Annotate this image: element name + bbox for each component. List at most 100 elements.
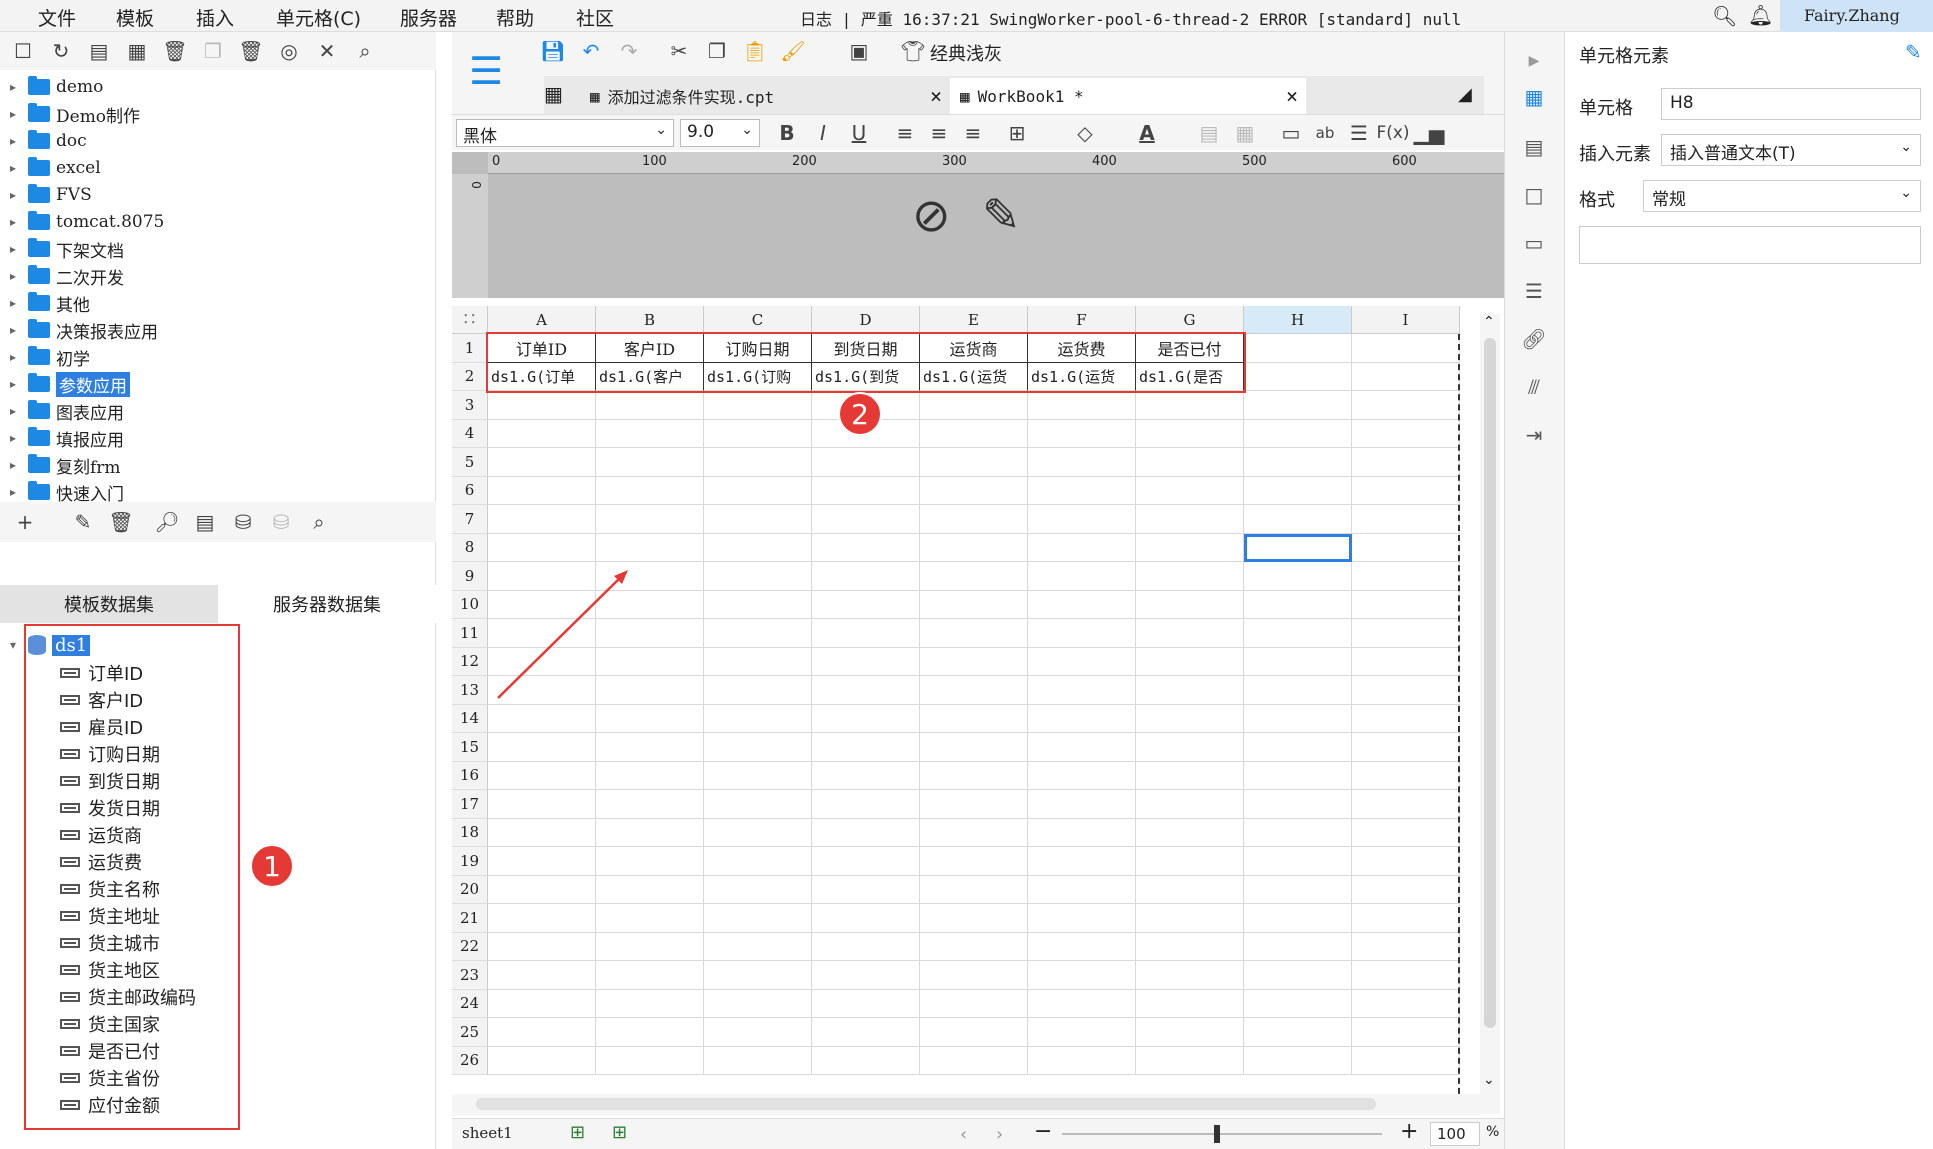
database-icon[interactable]: ⛁ xyxy=(230,509,256,535)
grid-cell[interactable] xyxy=(1244,647,1352,676)
grid-cell[interactable] xyxy=(812,847,920,876)
grid-cell[interactable] xyxy=(596,676,704,705)
grid-cell[interactable] xyxy=(488,590,596,619)
grid-cell[interactable] xyxy=(1352,476,1460,505)
menu-community[interactable]: 社区 xyxy=(576,4,614,31)
tree-folder[interactable]: ▸ 复刻frm xyxy=(10,452,121,478)
grid-cell[interactable] xyxy=(1028,676,1136,705)
grid-cell[interactable] xyxy=(1352,932,1460,961)
grid-cell[interactable] xyxy=(596,875,704,904)
grid-cell[interactable] xyxy=(1136,761,1244,790)
grid-cell[interactable] xyxy=(812,676,920,705)
preview-icon[interactable]: 🔎︎ xyxy=(154,509,180,535)
grid-cell[interactable] xyxy=(596,1018,704,1047)
grid-cell[interactable] xyxy=(1028,704,1136,733)
grid-cell[interactable] xyxy=(488,1018,596,1047)
grid-cell[interactable] xyxy=(1244,362,1352,391)
grid-cell[interactable] xyxy=(488,676,596,705)
chevron-right-icon[interactable]: ▸ xyxy=(10,242,28,256)
grid-cell[interactable] xyxy=(704,704,812,733)
grid-cell[interactable] xyxy=(920,419,1028,448)
grid-cell[interactable] xyxy=(704,676,812,705)
add-form-sheet-icon[interactable]: ⊞ xyxy=(612,1122,627,1143)
column-header[interactable]: E xyxy=(920,306,1028,334)
grid-cell[interactable] xyxy=(1028,818,1136,847)
grid-cell[interactable] xyxy=(920,761,1028,790)
grid-cell[interactable] xyxy=(920,391,1028,420)
grid-cell[interactable] xyxy=(1352,1018,1460,1047)
grid-cell[interactable] xyxy=(920,790,1028,819)
grid-cell[interactable] xyxy=(1028,619,1136,648)
grid-cell[interactable] xyxy=(812,562,920,591)
row-header[interactable]: 2 xyxy=(452,362,488,391)
chevron-right-icon[interactable]: ▸ xyxy=(10,188,28,202)
sheet-tab[interactable]: sheet1 xyxy=(462,1124,513,1142)
grid-cell[interactable] xyxy=(1136,961,1244,990)
row-header[interactable]: 23 xyxy=(452,961,488,990)
font-family-select[interactable]: 黑体 ⌄ xyxy=(456,119,674,147)
grid-cell[interactable] xyxy=(596,562,704,591)
menu-cell[interactable]: 单元格(C) xyxy=(276,4,361,31)
grid-cell[interactable] xyxy=(1352,790,1460,819)
chevron-right-icon[interactable]: ▸ xyxy=(10,431,28,445)
delete-icon[interactable]: 🗑︎ xyxy=(162,38,188,64)
tree-folder[interactable]: ▸ tomcat.8075 xyxy=(10,209,164,235)
zoom-in-icon[interactable]: + xyxy=(1400,1119,1418,1144)
grid-cell[interactable] xyxy=(920,476,1028,505)
grid-cell[interactable] xyxy=(704,904,812,933)
grid-cell[interactable] xyxy=(920,989,1028,1018)
grid-cell[interactable] xyxy=(1136,391,1244,420)
row-header[interactable]: 7 xyxy=(452,505,488,534)
grid-cell[interactable] xyxy=(1136,704,1244,733)
grid-cell[interactable] xyxy=(812,989,920,1018)
font-color-icon[interactable]: A xyxy=(1134,120,1160,146)
merge-icon[interactable]: ▤ xyxy=(1196,120,1222,146)
row-header[interactable]: 16 xyxy=(452,761,488,790)
grid-cell[interactable] xyxy=(1136,875,1244,904)
tree-folder[interactable]: ▸ 初学 xyxy=(10,344,90,370)
grid-cell[interactable] xyxy=(704,761,812,790)
row-header[interactable]: 18 xyxy=(452,818,488,847)
grid-cell[interactable] xyxy=(1244,419,1352,448)
grid-cell[interactable] xyxy=(920,562,1028,591)
grid-cell[interactable] xyxy=(488,533,596,562)
chevron-right-icon[interactable]: ▸ xyxy=(10,458,28,472)
grid-cell[interactable] xyxy=(1244,676,1352,705)
grid-cell[interactable] xyxy=(1136,932,1244,961)
grid-cell[interactable] xyxy=(596,647,704,676)
row-header[interactable]: 9 xyxy=(452,562,488,591)
grid-cell[interactable] xyxy=(1352,904,1460,933)
grid-cell[interactable] xyxy=(488,704,596,733)
condition-icon[interactable]: ☰ xyxy=(1519,276,1549,306)
grid-cell[interactable] xyxy=(488,391,596,420)
insert-cell-icon[interactable]: ▭ xyxy=(1278,120,1304,146)
grid-cell[interactable] xyxy=(920,961,1028,990)
grid-cell[interactable] xyxy=(812,1018,920,1047)
unmerge-icon[interactable]: ▦ xyxy=(1232,120,1258,146)
grid-cell[interactable] xyxy=(920,904,1028,933)
row-header[interactable]: 8 xyxy=(452,533,488,562)
grid-cell[interactable] xyxy=(1136,790,1244,819)
tree-folder[interactable]: ▸ doc xyxy=(10,128,87,154)
tree-folder[interactable]: ▸ FVS xyxy=(10,182,92,208)
grid-cell[interactable] xyxy=(1352,419,1460,448)
grid-cell[interactable] xyxy=(704,590,812,619)
grid-cell[interactable] xyxy=(1352,448,1460,477)
theme-label[interactable]: 经典浅灰 xyxy=(930,40,1002,66)
grid-cell[interactable] xyxy=(704,961,812,990)
grid-cell[interactable] xyxy=(1136,419,1244,448)
underline-icon[interactable]: U xyxy=(846,120,872,146)
grid-cell[interactable] xyxy=(1136,1046,1244,1075)
trash-icon[interactable]: 🗑︎ xyxy=(238,38,264,64)
chevron-right-icon[interactable]: ▸ xyxy=(10,107,28,121)
grid-cell[interactable] xyxy=(1028,505,1136,534)
close-icon[interactable]: × xyxy=(1286,84,1298,108)
grid-cell[interactable] xyxy=(596,989,704,1018)
fill-color-icon[interactable]: ◇ xyxy=(1072,120,1098,146)
tree-folder[interactable]: ▸ 填报应用 xyxy=(10,425,124,451)
grid-cell[interactable] xyxy=(1136,818,1244,847)
row-header[interactable]: 21 xyxy=(452,904,488,933)
grid-cell[interactable] xyxy=(1352,562,1460,591)
delete-icon[interactable]: 🗑︎ xyxy=(108,509,134,535)
column-header[interactable]: G xyxy=(1136,306,1244,334)
